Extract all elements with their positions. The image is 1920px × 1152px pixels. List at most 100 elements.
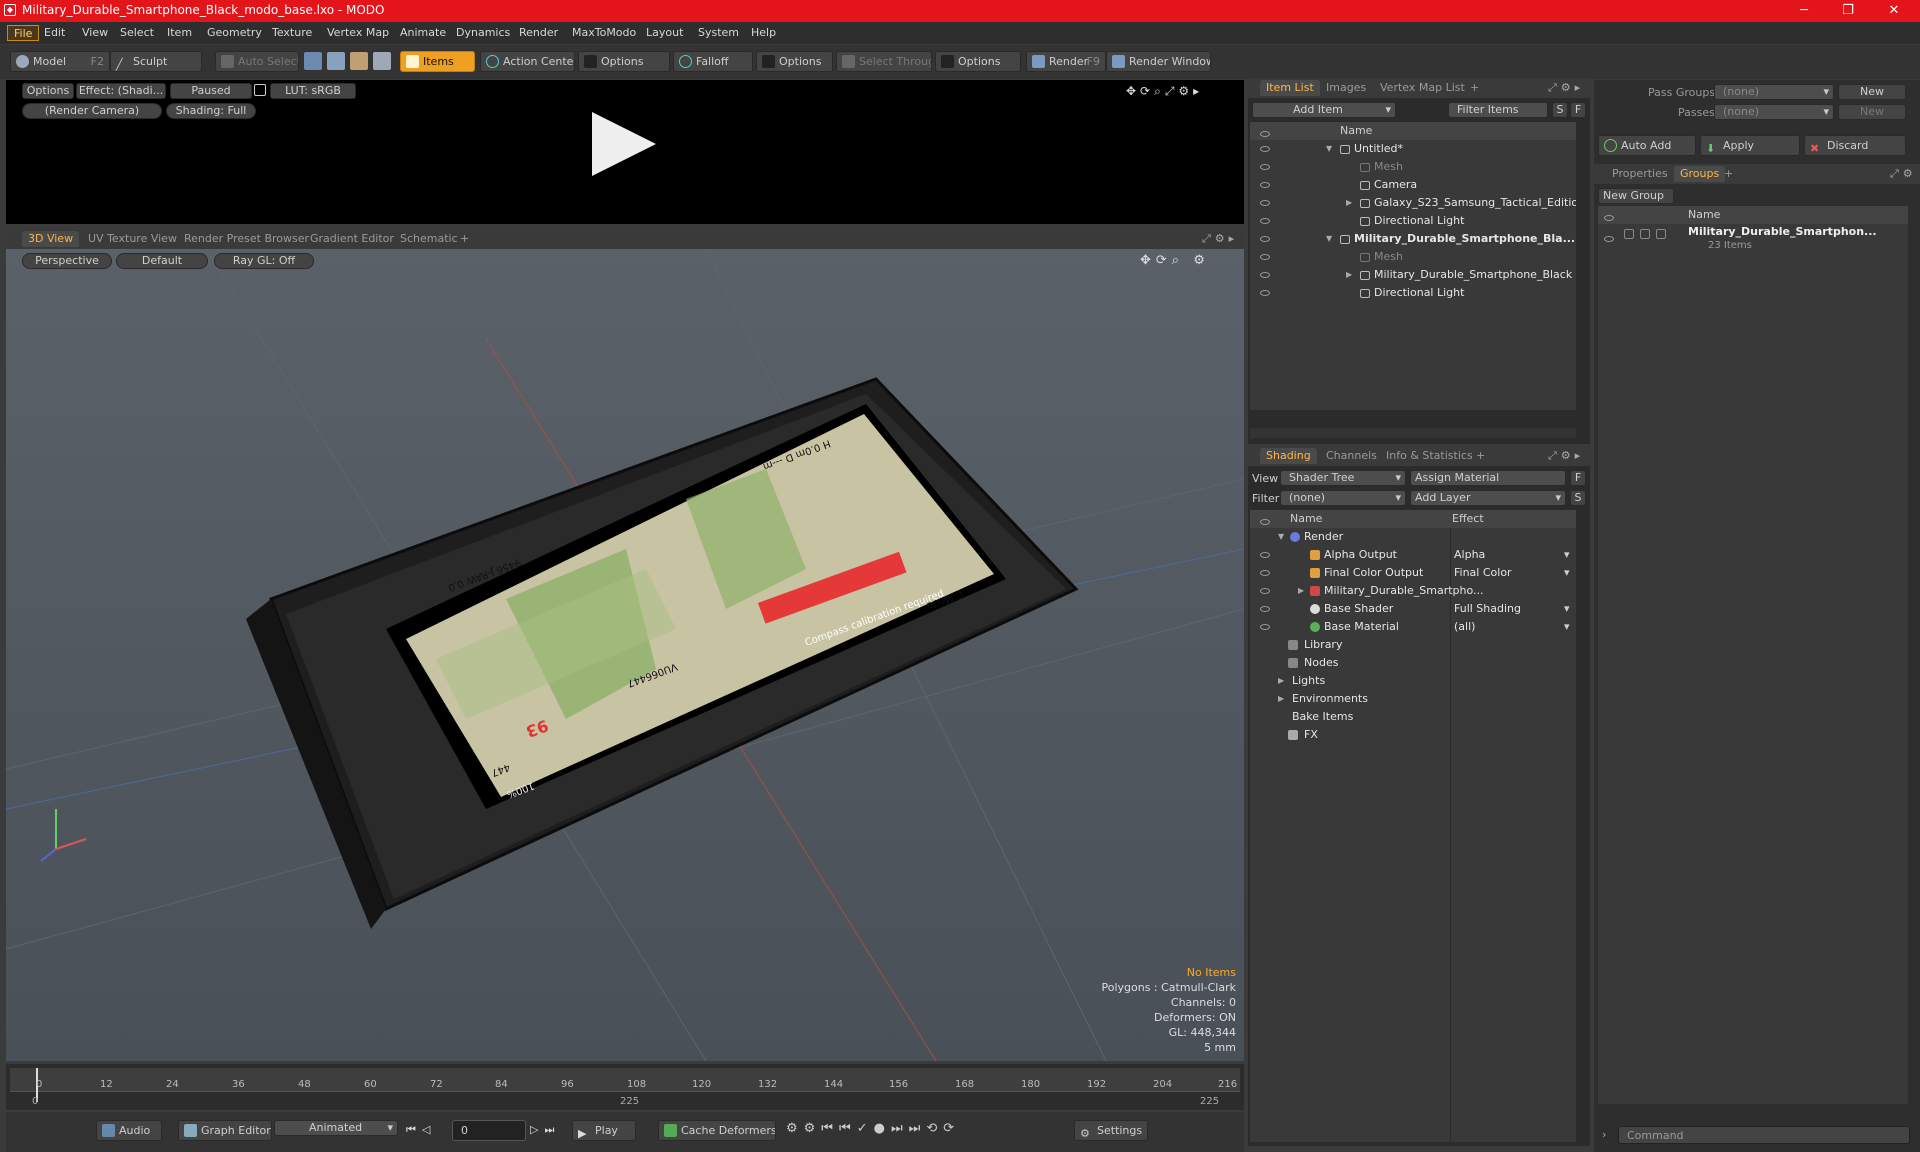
lock-icon[interactable] bbox=[254, 84, 266, 96]
select-toggle-icon[interactable] bbox=[1656, 229, 1666, 239]
apply-button[interactable]: ⬇ Apply bbox=[1700, 135, 1800, 156]
preview-paused-button[interactable]: Paused bbox=[170, 83, 252, 99]
shader-row[interactable]: ▶ Lights bbox=[1250, 672, 1576, 690]
item-row[interactable]: Camera bbox=[1250, 176, 1576, 194]
expand-arrow-icon[interactable]: ▼ bbox=[1278, 528, 1284, 546]
next-key-icons[interactable]: ▷⏭ bbox=[530, 1123, 560, 1137]
timeline[interactable]: 0 12 24 36 48 60 72 84 96 108 120 132 144 156 168 180 19… bbox=[6, 1064, 1244, 1110]
perspective-dropdown[interactable]: Perspective bbox=[22, 253, 112, 269]
shading-f-button[interactable]: F bbox=[1570, 470, 1586, 486]
group-row[interactable]: Military_Durable_Smartphon... 23 Items bbox=[1598, 224, 1908, 258]
item-list-hscrollbar[interactable] bbox=[1250, 428, 1576, 438]
graph-editor-button[interactable]: Graph Editor bbox=[178, 1120, 272, 1141]
render-window-button[interactable]: Render Window bbox=[1106, 51, 1211, 72]
items-mode-button[interactable]: Items bbox=[400, 51, 475, 72]
item-row[interactable]: Mesh bbox=[1250, 158, 1576, 176]
render-button[interactable]: Render F9 bbox=[1026, 51, 1106, 72]
item-row[interactable]: Directional Light bbox=[1250, 212, 1576, 230]
panel-settings-icon[interactable]: ⤢⚙ bbox=[1890, 167, 1917, 181]
menu-view[interactable]: View bbox=[76, 25, 114, 41]
action-center-button[interactable]: Action Center bbox=[480, 51, 575, 72]
eye-icon[interactable] bbox=[1260, 552, 1270, 558]
add-tab-button[interactable]: + bbox=[1470, 448, 1491, 464]
eye-icon[interactable] bbox=[1260, 290, 1270, 296]
close-button[interactable]: ✕ bbox=[1872, 0, 1916, 22]
eye-icon[interactable] bbox=[1260, 254, 1270, 260]
frame-input[interactable]: 0 bbox=[452, 1120, 526, 1141]
polygons-mode-icon[interactable] bbox=[350, 52, 368, 70]
expand-arrow-icon[interactable]: ▶ bbox=[1298, 582, 1304, 600]
auto-select-button[interactable]: Auto Select bbox=[215, 51, 299, 72]
raygl-dropdown[interactable]: Ray GL: Off bbox=[214, 253, 314, 269]
settings-button[interactable]: ⚙ Settings bbox=[1074, 1120, 1148, 1141]
expand-arrow-icon[interactable]: ▼ bbox=[1326, 230, 1332, 248]
add-tab-button[interactable]: + bbox=[1464, 80, 1485, 96]
menu-geometry[interactable]: Geometry bbox=[201, 25, 268, 41]
eye-icon[interactable] bbox=[1260, 236, 1270, 242]
tab-3d-view[interactable]: 3D View bbox=[22, 231, 80, 247]
filter-items-input[interactable]: Filter Items bbox=[1448, 102, 1548, 118]
falloff-options-button[interactable]: Options bbox=[756, 51, 833, 72]
eye-icon[interactable] bbox=[1260, 570, 1270, 576]
3d-viewport[interactable]: Compass calibration required 9456 J-RAW … bbox=[6, 249, 1244, 1061]
maximize-button[interactable]: ❐ bbox=[1826, 0, 1870, 22]
menu-dynamics[interactable]: Dynamics bbox=[450, 25, 516, 41]
shader-row[interactable]: Alpha Output Alpha ▾ bbox=[1250, 546, 1576, 564]
expand-arrow-icon[interactable]: ▼ bbox=[1326, 140, 1332, 158]
dropdown-arrow-icon[interactable]: ▾ bbox=[1564, 546, 1570, 564]
prev-key-icons[interactable]: ⏮◁ bbox=[406, 1123, 436, 1137]
timeline-ruler[interactable] bbox=[10, 1068, 1240, 1092]
menu-system[interactable]: System bbox=[692, 25, 745, 41]
tab-vertex-map-list[interactable]: Vertex Map List bbox=[1374, 80, 1471, 96]
assign-material-button[interactable]: Assign Material bbox=[1410, 470, 1566, 486]
eye-icon[interactable] bbox=[1260, 218, 1270, 224]
item-row[interactable]: Directional Light bbox=[1250, 284, 1576, 302]
shader-row[interactable]: Base Shader Full Shading ▾ bbox=[1250, 600, 1576, 618]
render-toggle-icon[interactable] bbox=[1624, 229, 1634, 239]
tab-shading[interactable]: Shading bbox=[1260, 448, 1317, 464]
expand-arrow-icon[interactable]: ▶ bbox=[1346, 194, 1352, 212]
shader-row[interactable]: Final Color Output Final Color ▾ bbox=[1250, 564, 1576, 582]
viewport-settings-icon[interactable]: ⤢⚙▸ bbox=[1202, 232, 1238, 246]
select-through-options-button[interactable]: Options bbox=[935, 51, 1021, 72]
select-through-button[interactable]: Select Through bbox=[836, 51, 932, 72]
shader-tree-dropdown[interactable]: Shader Tree bbox=[1280, 470, 1406, 486]
tab-item-list[interactable]: Item List bbox=[1260, 80, 1320, 96]
item-row[interactable]: ▶ Military_Durable_Smartphone_Black bbox=[1250, 266, 1576, 284]
discard-button[interactable]: ✖ Discard bbox=[1804, 135, 1906, 156]
menu-render[interactable]: Render bbox=[513, 25, 564, 41]
shader-row[interactable]: ▼ Render bbox=[1250, 528, 1576, 546]
lock-toggle-icon[interactable] bbox=[1640, 229, 1650, 239]
eye-icon[interactable] bbox=[1604, 232, 1614, 245]
expand-arrow-icon[interactable]: ▶ bbox=[1278, 672, 1284, 690]
menu-texture[interactable]: Texture bbox=[266, 25, 318, 41]
tab-images[interactable]: Images bbox=[1320, 80, 1372, 96]
shader-row[interactable]: Library bbox=[1250, 636, 1576, 654]
menu-item[interactable]: Item bbox=[161, 25, 198, 41]
menu-select[interactable]: Select bbox=[114, 25, 160, 41]
panel-settings-icon[interactable]: ⤢⚙▸ bbox=[1548, 81, 1584, 95]
command-input[interactable]: Command bbox=[1618, 1126, 1910, 1144]
dropdown-arrow-icon[interactable]: ▾ bbox=[1564, 564, 1570, 582]
panel-settings-icon[interactable]: ⤢⚙▸ bbox=[1548, 449, 1584, 463]
audio-button[interactable]: Audio bbox=[96, 1120, 162, 1141]
animated-dropdown[interactable]: Animated bbox=[274, 1120, 398, 1136]
tab-properties[interactable]: Properties bbox=[1606, 166, 1674, 182]
filter-f-button[interactable]: F bbox=[1570, 102, 1586, 118]
eye-icon[interactable] bbox=[1260, 200, 1270, 206]
preview-lut-dropdown[interactable]: LUT: sRGB bbox=[270, 83, 356, 99]
dropdown-arrow-icon[interactable]: ▾ bbox=[1564, 600, 1570, 618]
sculpt-mode-button[interactable]: ╱ Sculpt bbox=[110, 51, 202, 72]
shader-row[interactable]: Bake Items bbox=[1250, 708, 1576, 726]
shading-default-dropdown[interactable]: Default bbox=[116, 253, 208, 269]
tab-uv-texture-view[interactable]: UV Texture View bbox=[82, 231, 183, 247]
shading-s-button[interactable]: S bbox=[1570, 490, 1586, 506]
preview-shading-dropdown[interactable]: Shading: Full bbox=[166, 103, 256, 119]
menu-animate[interactable]: Animate bbox=[394, 25, 452, 41]
expand-arrow-icon[interactable]: ▶ bbox=[1278, 690, 1284, 708]
shader-row[interactable]: FX bbox=[1250, 726, 1576, 744]
menu-vertex-map[interactable]: Vertex Map bbox=[321, 25, 395, 41]
vertices-mode-icon[interactable] bbox=[304, 52, 322, 70]
add-tab-button[interactable]: + bbox=[1718, 166, 1739, 182]
shader-row[interactable]: Base Material (all) ▾ bbox=[1250, 618, 1576, 636]
